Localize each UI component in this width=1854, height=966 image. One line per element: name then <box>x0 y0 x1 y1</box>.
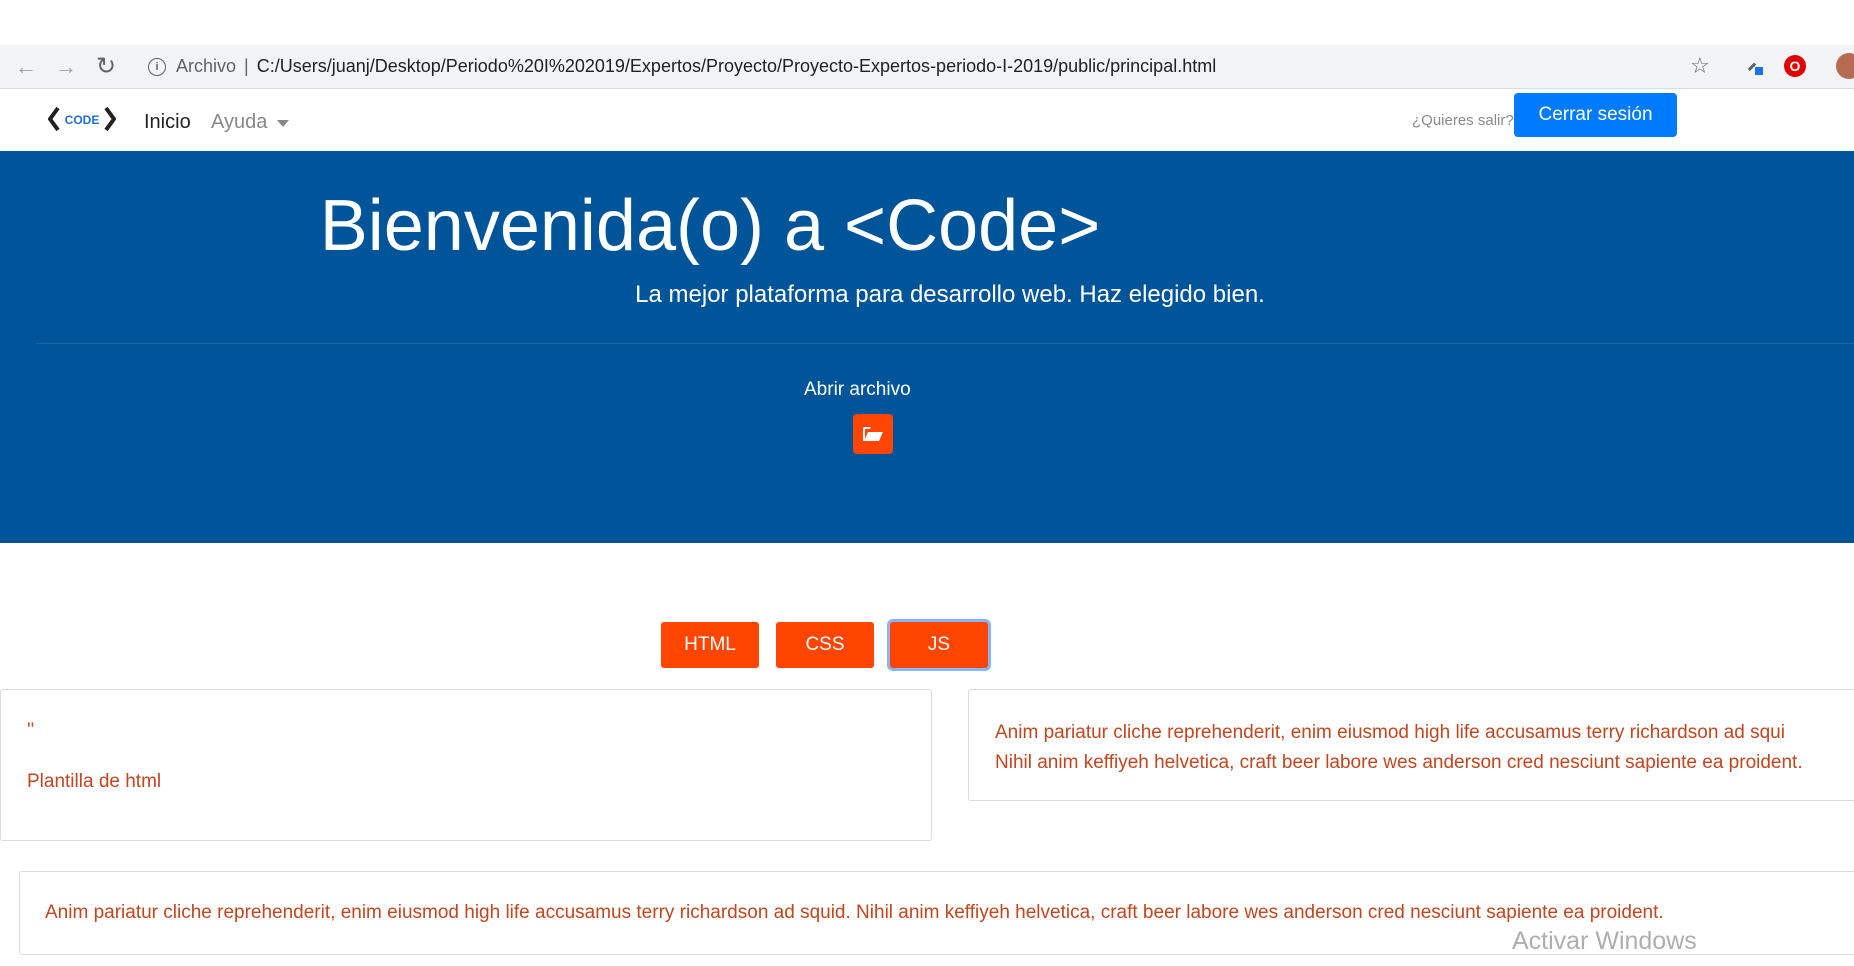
open-file-button[interactable] <box>853 414 893 454</box>
extension-icon[interactable] <box>1744 56 1764 76</box>
address-chip: Archivo <box>176 56 237 76</box>
hero-subtitle: La mejor plataforma para desarrollo web.… <box>635 281 1265 308</box>
bottom-card-text: Anim pariatur cliche reprehenderit, enim… <box>45 902 1664 923</box>
card-quote: '' <box>27 720 35 741</box>
avatar[interactable] <box>1836 53 1854 79</box>
info-icon[interactable]: i <box>148 57 166 76</box>
browser-toolbar: ← → ↻ i Archivo | C:/Users/juanj/Desktop… <box>0 45 1854 89</box>
info-card: Anim pariatur cliche reprehenderit, enim… <box>968 689 1854 801</box>
forward-icon[interactable]: → <box>54 55 78 79</box>
nav-ayuda[interactable]: Ayuda <box>211 111 267 134</box>
hero-title: Bienvenida(o) a <Code> <box>319 186 1101 266</box>
tab-js[interactable]: JS <box>890 622 988 668</box>
html-template-card: '' Plantilla de html <box>0 689 932 841</box>
logout-prompt: ¿Quieres salir? <box>1412 112 1514 129</box>
card-template-text: Plantilla de html <box>27 771 162 792</box>
code-logo[interactable]: CODE <box>48 103 116 135</box>
tab-html[interactable]: HTML <box>661 622 759 668</box>
tab-css[interactable]: CSS <box>776 622 874 668</box>
windows-activation-watermark: Activar Windows <box>1512 927 1697 955</box>
site-navbar: CODE Inicio Ayuda ¿Quieres salir? Cerrar… <box>0 89 1854 151</box>
folder-open-icon <box>863 427 883 441</box>
address-separator: | <box>244 56 249 76</box>
nav-inicio[interactable]: Inicio <box>144 111 191 134</box>
address-url[interactable]: C:/Users/juanj/Desktop/Periodo%20I%20201… <box>257 56 1216 77</box>
back-icon[interactable]: ← <box>14 55 38 79</box>
info-card-line-2: Nihil anim keffiyeh helvetica, craft bee… <box>995 752 1803 773</box>
chevron-down-icon[interactable] <box>277 120 289 127</box>
logo-text: CODE <box>65 113 100 127</box>
info-card-text: Anim pariatur cliche reprehenderit, enim… <box>995 718 1854 778</box>
opera-icon[interactable]: O <box>1784 55 1806 77</box>
reload-icon[interactable]: ↻ <box>94 55 118 79</box>
browser-tabstrip <box>0 0 1854 45</box>
hero-section: Bienvenida(o) a <Code> La mejor platafor… <box>0 151 1854 543</box>
star-icon[interactable]: ☆ <box>1690 53 1710 79</box>
info-card-line-1: Anim pariatur cliche reprehenderit, enim… <box>995 722 1785 743</box>
address-bar[interactable]: i Archivo | C:/Users/juanj/Desktop/Perio… <box>138 50 1718 83</box>
hero-divider <box>36 343 1854 344</box>
open-file-label: Abrir archivo <box>804 379 911 400</box>
logout-button[interactable]: Cerrar sesión <box>1514 93 1677 137</box>
